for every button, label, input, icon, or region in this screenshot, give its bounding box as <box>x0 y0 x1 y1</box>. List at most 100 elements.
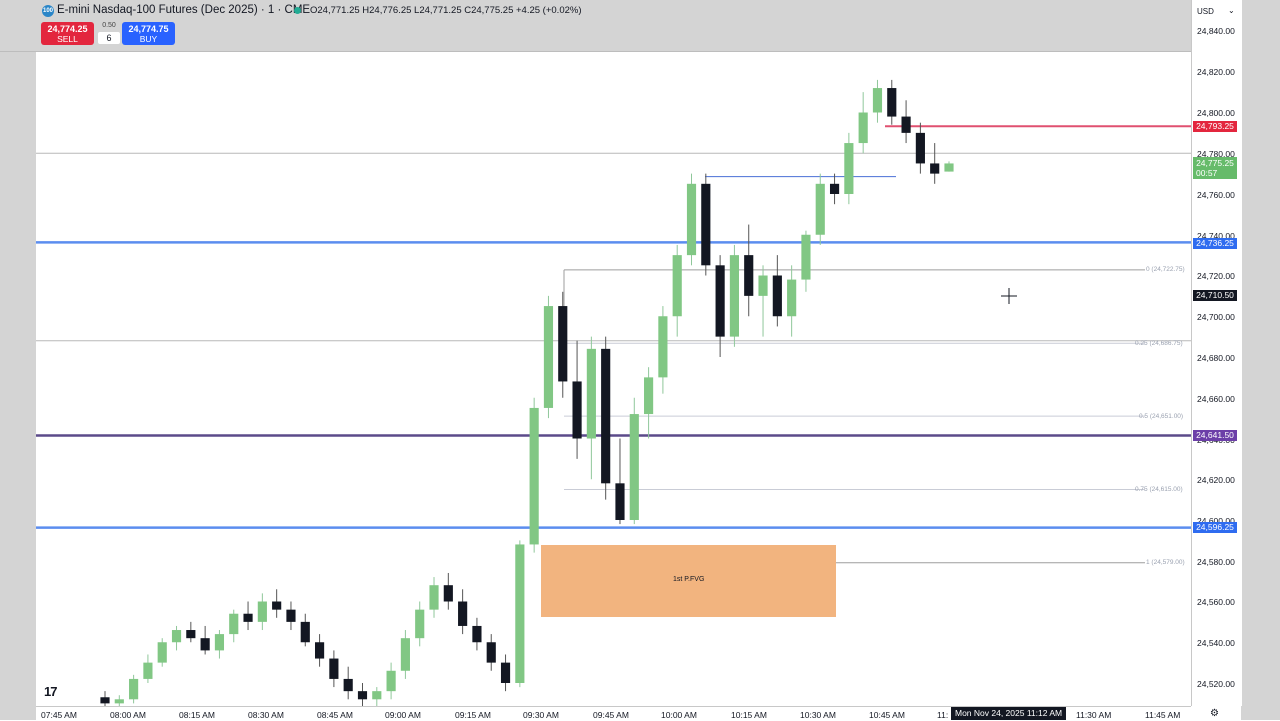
candle-body <box>558 306 568 382</box>
price-tick: 24,800.00 <box>1197 108 1235 118</box>
candle-body <box>129 678 139 700</box>
candle-body <box>744 255 754 296</box>
candle-body <box>486 642 496 663</box>
bar-countdown: 00:57 <box>1196 168 1218 178</box>
time-tick: 09:45 AM <box>593 710 629 720</box>
candle-body <box>214 634 225 651</box>
purple-level-label: 24,641.50 <box>1193 430 1237 441</box>
quantity-input[interactable]: 6 <box>98 32 120 44</box>
time-tick: 07:45 AM <box>41 710 77 720</box>
price-tick: 24,720.00 <box>1197 271 1235 281</box>
candle-body <box>872 88 883 113</box>
candle-body <box>100 697 110 704</box>
price-tick: 24,580.00 <box>1197 557 1235 567</box>
candle-body <box>815 183 825 235</box>
market-open-icon <box>294 7 301 14</box>
candle-body <box>715 265 725 337</box>
candle-body <box>372 691 382 700</box>
time-tick: 11: <box>937 710 949 720</box>
price-tick: 24,620.00 <box>1197 475 1235 485</box>
candle-body <box>758 275 768 296</box>
candle-body <box>672 255 682 317</box>
candle-body <box>314 642 325 659</box>
candle-body <box>500 662 511 683</box>
candle-body <box>686 183 697 256</box>
tradingview-logo[interactable]: 17 <box>44 684 58 699</box>
fib-label-05: 0.5 (24,651.00) <box>1139 413 1184 420</box>
buy-label: BUY <box>139 34 158 44</box>
sell-price: 24,774.25 <box>47 24 88 34</box>
candle-body <box>844 143 854 194</box>
time-tick: 08:45 AM <box>317 710 353 720</box>
candle-body <box>343 678 353 692</box>
symbol-header: 100 E-mini Nasdaq-100 Futures (Dec 2025)… <box>0 0 1191 52</box>
red-level-label: 24,793.25 <box>1193 121 1237 132</box>
spread-value: 0.50 <box>102 22 116 29</box>
candle-body <box>801 234 811 280</box>
time-tick: 10:30 AM <box>800 710 836 720</box>
fib-label-1: 1 (24,579.00) <box>1146 559 1185 566</box>
symbol-title[interactable]: E-mini Nasdaq-100 Futures (Dec 2025) · 1… <box>57 4 310 16</box>
price-tick: 24,820.00 <box>1197 67 1235 77</box>
blue-bottom-level-label: 24,596.25 <box>1193 522 1237 533</box>
candle-body <box>772 275 782 317</box>
candle-body <box>157 642 167 663</box>
candle-body <box>300 621 310 643</box>
time-tick: 08:15 AM <box>179 710 215 720</box>
candle-body <box>200 638 210 651</box>
candle-body <box>286 609 296 622</box>
candle-body <box>229 613 239 635</box>
candle-body <box>658 316 668 378</box>
candle-body <box>443 585 453 602</box>
time-tick: 10:00 AM <box>661 710 697 720</box>
symbol-logo-icon: 100 <box>42 5 54 17</box>
sell-button[interactable]: 24,774.25 SELL <box>41 22 94 45</box>
gear-icon[interactable]: ⚙ <box>1210 708 1219 719</box>
candle-body <box>887 88 897 117</box>
candle-body <box>915 132 925 164</box>
ohlc-readout: O24,771.25 H24,776.25 L24,771.25 C24,775… <box>310 5 582 16</box>
candle-body <box>357 691 368 700</box>
candle-body <box>114 699 124 704</box>
candle-body <box>329 658 339 679</box>
candle-body <box>729 255 740 337</box>
candle-body <box>930 163 940 174</box>
price-tick: 24,520.00 <box>1197 679 1235 689</box>
candle-body <box>601 348 611 484</box>
time-tick: 08:00 AM <box>110 710 146 720</box>
fib-label-025: 0.25 (24,686.75) <box>1135 340 1183 347</box>
time-tick: 09:15 AM <box>455 710 491 720</box>
candle-body <box>644 377 654 415</box>
price-tick: 24,840.00 <box>1197 26 1235 36</box>
price-tick: 24,560.00 <box>1197 597 1235 607</box>
right-toolbar-strip <box>1241 0 1280 720</box>
buy-price: 24,774.75 <box>128 24 169 34</box>
candle-body <box>272 601 282 610</box>
sell-label: SELL <box>57 34 78 44</box>
candle-body <box>586 348 596 439</box>
price-tick: 24,660.00 <box>1197 394 1235 404</box>
blue-top-level-label: 24,736.25 <box>1193 238 1237 249</box>
candle-body <box>415 609 425 639</box>
buy-button[interactable]: 24,774.75 BUY <box>122 22 175 45</box>
candle-body <box>143 662 153 679</box>
crosshair-cursor-icon <box>1001 288 1017 304</box>
candle-body <box>171 630 182 643</box>
time-tick: 10:45 AM <box>869 710 905 720</box>
price-tick: 24,540.00 <box>1197 638 1235 648</box>
candle-body <box>829 183 840 194</box>
candle-body <box>944 163 954 172</box>
currency-selector[interactable]: USD <box>1197 7 1214 16</box>
time-tick: 10:15 AM <box>731 710 767 720</box>
candle-body <box>186 630 196 639</box>
candle-body <box>429 585 439 610</box>
chevron-down-icon[interactable]: ⌄ <box>1228 6 1235 15</box>
candle-body <box>572 381 582 439</box>
candle-body <box>543 306 554 408</box>
candle-body <box>615 483 625 520</box>
candle-body <box>243 613 253 622</box>
time-tick: 09:00 AM <box>385 710 421 720</box>
time-tick: 11:30 AM <box>1076 710 1112 720</box>
time-tick: 08:30 AM <box>248 710 284 720</box>
candle-body <box>701 183 711 266</box>
